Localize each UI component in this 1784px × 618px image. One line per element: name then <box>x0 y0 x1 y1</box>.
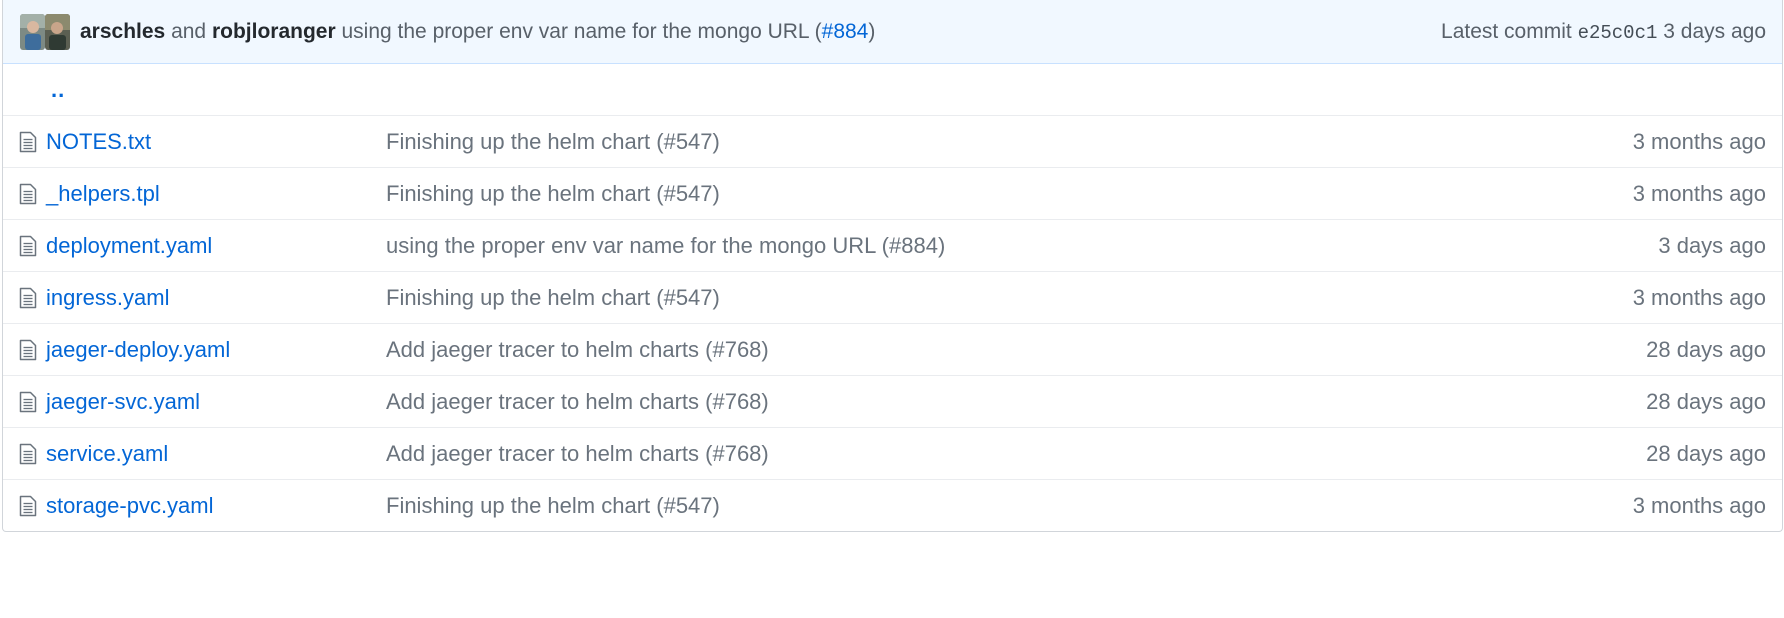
file-row: storage-pvc.yaml Finishing up the helm c… <box>3 479 1782 531</box>
latest-commit-info: Latest commit e25c0c1 3 days ago <box>1441 20 1766 44</box>
file-commit-message[interactable]: Finishing up the helm chart (#547) <box>386 285 1633 311</box>
file-commit-age: 3 months ago <box>1632 492 1766 518</box>
file-commit-message[interactable]: using the proper env var name for the mo… <box>386 233 1658 259</box>
parent-directory-row: .. <box>3 64 1782 115</box>
file-row: _helpers.tpl Finishing up the helm chart… <box>3 167 1782 219</box>
file-name-link[interactable]: NOTES.txt <box>46 129 386 155</box>
file-icon <box>19 131 41 153</box>
commit-author-conjunction: and <box>171 19 207 43</box>
file-commit-message[interactable]: Finishing up the helm chart (#547) <box>386 129 1633 155</box>
file-row: jaeger-svc.yaml Add jaeger tracer to hel… <box>3 375 1782 427</box>
commit-author-1[interactable]: arschles <box>80 20 165 44</box>
file-name-link[interactable]: jaeger-svc.yaml <box>46 389 386 415</box>
file-commit-age: 3 days ago <box>1658 232 1766 258</box>
file-commit-age: 28 days ago <box>1646 440 1766 466</box>
file-row: service.yaml Add jaeger tracer to helm c… <box>3 427 1782 479</box>
file-row: ingress.yaml Finishing up the helm chart… <box>3 271 1782 323</box>
file-name-link[interactable]: _helpers.tpl <box>46 181 386 207</box>
file-commit-message[interactable]: Finishing up the helm chart (#547) <box>386 181 1633 207</box>
commit-pr-link[interactable]: #884 <box>822 20 869 44</box>
file-name-link[interactable]: ingress.yaml <box>46 285 386 311</box>
file-commit-age: 28 days ago <box>1646 388 1766 414</box>
avatar[interactable] <box>45 13 70 50</box>
file-commit-age: 3 months ago <box>1632 284 1766 310</box>
file-name-link[interactable]: service.yaml <box>46 441 386 467</box>
file-commit-message[interactable]: Finishing up the helm chart (#547) <box>386 493 1633 519</box>
file-table: arschles and robjloranger using the prop… <box>2 0 1783 532</box>
file-commit-age: 3 months ago <box>1632 128 1766 154</box>
file-icon <box>19 183 41 205</box>
file-icon <box>19 391 41 413</box>
file-icon <box>19 235 41 257</box>
file-commit-message[interactable]: Add jaeger tracer to helm charts (#768) <box>386 337 1646 363</box>
file-row: deployment.yaml using the proper env var… <box>3 219 1782 271</box>
parent-directory-link[interactable]: .. <box>51 77 65 103</box>
file-icon <box>19 443 41 465</box>
file-list: NOTES.txt Finishing up the helm chart (#… <box>3 115 1782 531</box>
file-icon <box>19 287 41 309</box>
file-row: NOTES.txt Finishing up the helm chart (#… <box>3 115 1782 167</box>
avatar-stack <box>20 13 70 50</box>
commit-author-2[interactable]: robjloranger <box>212 20 336 44</box>
file-row: jaeger-deploy.yaml Add jaeger tracer to … <box>3 323 1782 375</box>
commit-age: 3 days ago <box>1663 19 1766 43</box>
avatar[interactable] <box>20 13 45 50</box>
file-name-link[interactable]: jaeger-deploy.yaml <box>46 337 386 363</box>
file-commit-message[interactable]: Add jaeger tracer to helm charts (#768) <box>386 441 1646 467</box>
commit-summary: arschles and robjloranger using the prop… <box>80 20 875 44</box>
file-icon <box>19 495 41 517</box>
latest-commit-label: Latest commit <box>1441 19 1572 43</box>
file-commit-age: 28 days ago <box>1646 336 1766 362</box>
commit-message[interactable]: using the proper env var name for the mo… <box>342 20 822 44</box>
file-name-link[interactable]: deployment.yaml <box>46 233 386 259</box>
commit-message-close: ) <box>868 19 876 43</box>
file-icon <box>19 339 41 361</box>
file-name-link[interactable]: storage-pvc.yaml <box>46 493 386 519</box>
file-commit-message[interactable]: Add jaeger tracer to helm charts (#768) <box>386 389 1646 415</box>
commit-sha-link[interactable]: e25c0c1 <box>1578 22 1658 44</box>
file-commit-age: 3 months ago <box>1632 180 1766 206</box>
latest-commit-bar: arschles and robjloranger using the prop… <box>3 0 1782 64</box>
